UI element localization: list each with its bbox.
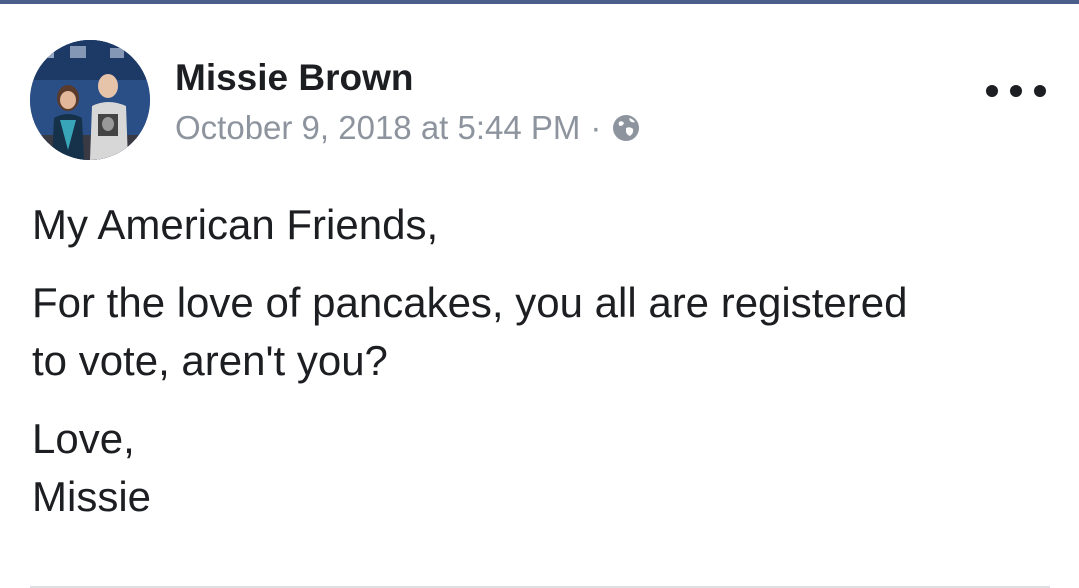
post-card: Missie Brown October 9, 2018 at 5:44 PM … [0, 4, 1079, 588]
avatar[interactable] [30, 40, 150, 160]
author-name[interactable]: Missie Brown [175, 58, 414, 98]
more-options-icon[interactable] [986, 76, 1046, 106]
post-meta: October 9, 2018 at 5:44 PM · [175, 108, 641, 148]
more-dot [986, 85, 998, 97]
post-body: My American Friends, For the love of pan… [32, 196, 1042, 546]
post-paragraph: My American Friends, [32, 201, 439, 248]
post-paragraph: Love, Missie [32, 415, 152, 520]
post-timestamp[interactable]: October 9, 2018 at 5:44 PM [175, 109, 580, 147]
more-dot [1010, 85, 1022, 97]
avatar-photo [30, 40, 150, 160]
more-dot [1034, 85, 1046, 97]
meta-separator: · [590, 109, 602, 146]
post-paragraph: For the love of pancakes, you all are re… [32, 279, 908, 384]
globe-icon[interactable] [611, 113, 641, 143]
